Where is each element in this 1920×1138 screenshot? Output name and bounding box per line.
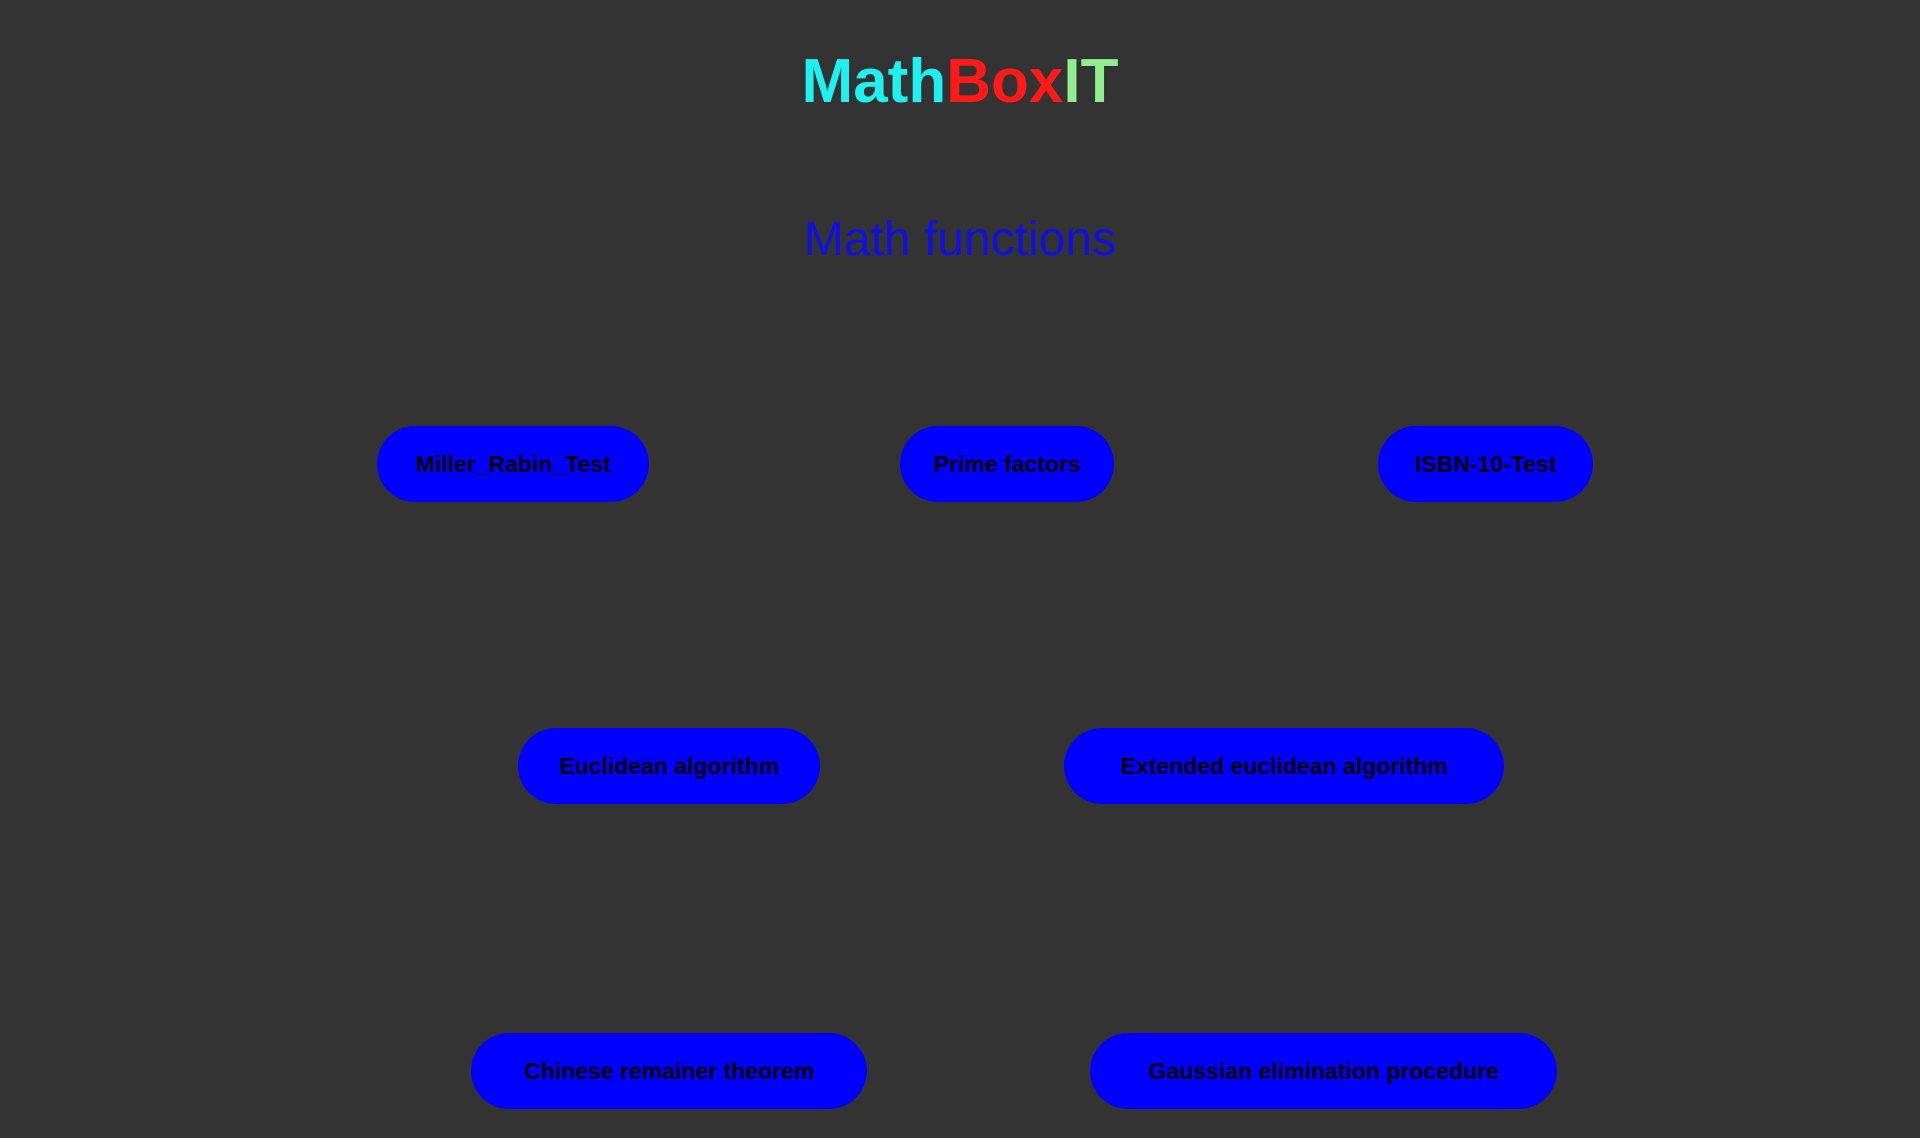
euclidean-algorithm-button[interactable]: Euclidean algorithm bbox=[518, 728, 820, 804]
logo-part-math: Math bbox=[801, 47, 947, 116]
logo-part-it: IT bbox=[1063, 47, 1119, 116]
prime-factors-button[interactable]: Prime factors bbox=[900, 426, 1114, 502]
extended-euclidean-algorithm-button[interactable]: Extended euclidean algorithm bbox=[1064, 728, 1504, 804]
page: MathBoxIT Math functions Miller_Rabin_Te… bbox=[0, 0, 1920, 1138]
page-title: Math functions bbox=[803, 213, 1117, 266]
chinese-remainder-theorem-button[interactable]: Chinese remainer theorem bbox=[471, 1033, 867, 1109]
miller-rabin-test-button[interactable]: Miller_Rabin_Test bbox=[377, 426, 649, 502]
isbn-10-test-button[interactable]: ISBN-10-Test bbox=[1378, 426, 1593, 502]
app-logo: MathBoxIT bbox=[0, 44, 1920, 120]
gaussian-elimination-button[interactable]: Gaussian elimination procedure bbox=[1090, 1033, 1557, 1109]
logo-part-box: Box bbox=[946, 47, 1064, 116]
